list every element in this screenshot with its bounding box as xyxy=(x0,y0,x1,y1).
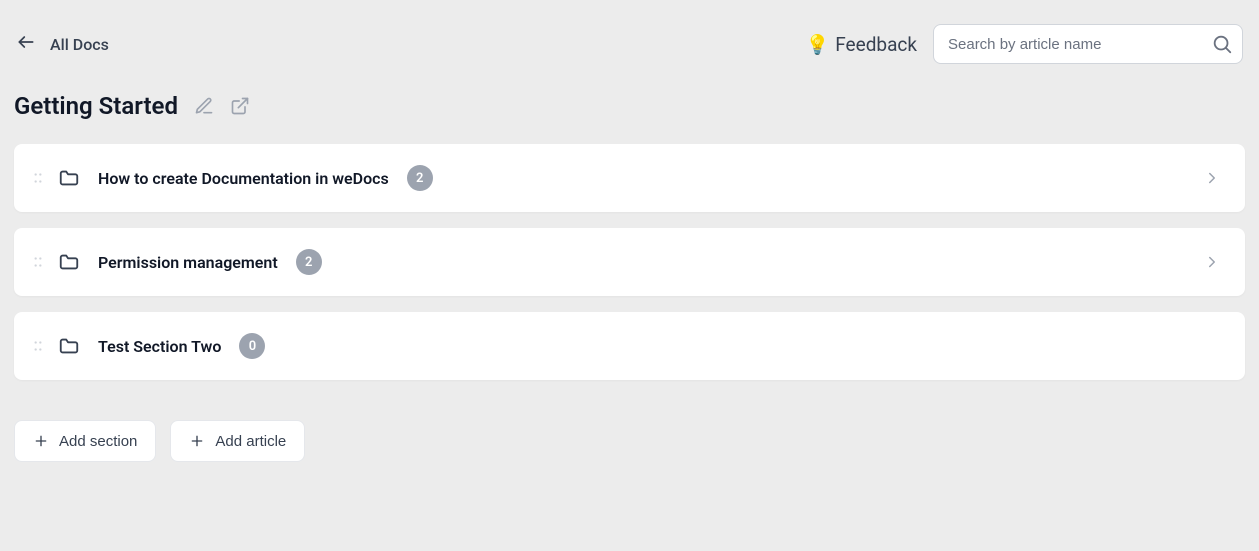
count-badge: 0 xyxy=(239,333,265,359)
folder-icon xyxy=(58,335,80,357)
lightbulb-icon: 💡 xyxy=(806,33,830,56)
add-section-label: Add section xyxy=(59,433,137,450)
back-label: All Docs xyxy=(50,35,109,54)
count-badge: 2 xyxy=(407,165,433,191)
section-row[interactable]: How to create Documentation in weDocs 2 xyxy=(14,144,1245,212)
arrow-left-icon xyxy=(16,32,36,56)
feedback-button[interactable]: 💡 Feedback xyxy=(806,33,917,56)
back-link[interactable]: All Docs xyxy=(16,32,109,56)
actions-row: Add section Add article xyxy=(0,380,1259,462)
topbar-right: 💡 Feedback xyxy=(806,24,1243,64)
plus-icon xyxy=(189,433,205,449)
page-title: Getting Started xyxy=(14,92,178,120)
section-row[interactable]: Test Section Two 0 xyxy=(14,312,1245,380)
section-title: Test Section Two xyxy=(98,337,221,356)
count-badge: 2 xyxy=(296,249,322,275)
folder-icon xyxy=(58,251,80,273)
section-list: How to create Documentation in weDocs 2 … xyxy=(0,136,1259,380)
drag-handle-icon[interactable] xyxy=(28,255,48,269)
drag-handle-icon[interactable] xyxy=(28,339,48,353)
section-row[interactable]: Permission management 2 xyxy=(14,228,1245,296)
chevron-right-icon xyxy=(1203,253,1221,271)
external-link-icon[interactable] xyxy=(230,96,250,116)
search-wrap xyxy=(933,24,1243,64)
folder-icon xyxy=(58,167,80,189)
section-title: Permission management xyxy=(98,253,278,272)
add-article-label: Add article xyxy=(215,433,286,450)
add-section-button[interactable]: Add section xyxy=(14,420,156,462)
chevron-right-icon xyxy=(1203,169,1221,187)
search-input[interactable] xyxy=(933,24,1243,64)
plus-icon xyxy=(33,433,49,449)
topbar: All Docs 💡 Feedback xyxy=(0,0,1259,64)
search-icon[interactable] xyxy=(1211,33,1233,55)
add-article-button[interactable]: Add article xyxy=(170,420,305,462)
feedback-label: Feedback xyxy=(835,33,917,56)
section-title: How to create Documentation in weDocs xyxy=(98,169,389,188)
title-row: Getting Started xyxy=(0,64,1259,136)
edit-icon[interactable] xyxy=(194,96,214,116)
drag-handle-icon[interactable] xyxy=(28,171,48,185)
